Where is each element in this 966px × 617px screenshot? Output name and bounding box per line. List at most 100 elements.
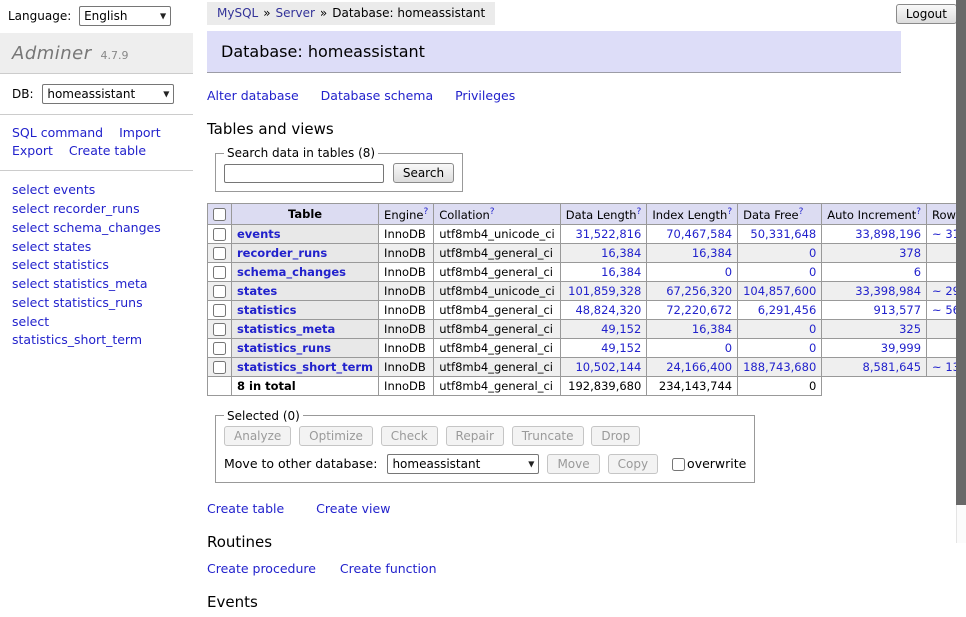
cell-link[interactable]: 16,384 [692, 322, 732, 336]
cell-link[interactable]: 16,384 [601, 265, 641, 279]
search-input[interactable] [224, 164, 384, 183]
vertical-scrollbar[interactable] [956, 0, 966, 543]
cell-link[interactable]: 70,467,584 [666, 227, 732, 241]
language-select[interactable]: English [79, 6, 171, 26]
help-link[interactable]: ? [637, 207, 642, 217]
sidebar-item-select-statistics-runs[interactable]: select statistics_runs [12, 294, 181, 313]
help-link[interactable]: ? [727, 207, 732, 217]
sidebar-item-select-statistics[interactable]: select statistics [12, 256, 181, 275]
row-checkbox[interactable] [213, 228, 226, 241]
sidebar-link-create-table[interactable]: Create table [69, 143, 146, 158]
cell-link[interactable]: 72,220,672 [666, 303, 732, 317]
table-row: states InnoDB utf8mb4_unicode_ci 101,859… [208, 281, 966, 300]
row-checkbox[interactable] [213, 304, 226, 317]
cell-link[interactable]: 16,384 [601, 246, 641, 260]
cell-link[interactable]: 6,291,456 [758, 303, 817, 317]
cell-link[interactable]: 8,581,645 [863, 360, 922, 374]
alter-database-link[interactable]: Alter database [207, 88, 299, 103]
overwrite-checkbox[interactable] [672, 458, 685, 471]
cell-link[interactable]: 50,331,648 [750, 227, 816, 241]
row-checkbox[interactable] [213, 266, 226, 279]
database-schema-link[interactable]: Database schema [321, 88, 433, 103]
table-row: statistics InnoDB utf8mb4_general_ci 48,… [208, 300, 966, 319]
index-length-total: 234,143,744 [647, 376, 738, 395]
help-link[interactable]: ? [423, 207, 428, 217]
collation-cell: utf8mb4_general_ci [434, 262, 561, 281]
row-checkbox[interactable] [213, 323, 226, 336]
cell-link[interactable]: 0 [809, 341, 816, 355]
sidebar-item-select-statistics-short-term[interactable]: select statistics_short_term [12, 313, 181, 351]
move-db-select[interactable]: homeassistant [387, 454, 539, 474]
cell-link[interactable]: 67,256,320 [666, 284, 732, 298]
cell-link[interactable]: 10,502,144 [575, 360, 641, 374]
sidebar-item-select-recorder-runs[interactable]: select recorder_runs [12, 200, 181, 219]
cell-link[interactable]: 104,857,600 [743, 284, 816, 298]
cell-link[interactable]: 0 [809, 265, 816, 279]
sidebar-item-select-states[interactable]: select states [12, 238, 181, 257]
sidebar-item-select-statistics-meta[interactable]: select statistics_meta [12, 275, 181, 294]
sidebar-table-links: select events select recorder_runs selec… [0, 171, 193, 360]
table-link[interactable]: statistics_short_term [237, 360, 373, 374]
cell-link[interactable]: 49,152 [601, 341, 641, 355]
cell-link[interactable]: 0 [725, 265, 732, 279]
cell-link[interactable]: 33,398,984 [855, 284, 921, 298]
table-link[interactable]: recorder_runs [237, 246, 327, 260]
select-all-checkbox[interactable] [213, 208, 226, 221]
cell-link[interactable]: 24,166,400 [666, 360, 732, 374]
routine-links: Create procedure Create function [207, 561, 901, 576]
sidebar-item-select-events[interactable]: select events [12, 181, 181, 200]
sidebar-link-export[interactable]: Export [12, 143, 53, 158]
engine-cell: InnoDB [379, 357, 434, 376]
table-row: statistics_meta InnoDB utf8mb4_general_c… [208, 319, 966, 338]
cell-link[interactable]: 6 [914, 265, 921, 279]
table-link[interactable]: events [237, 227, 281, 241]
cell-link[interactable]: 325 [899, 322, 921, 336]
row-checkbox[interactable] [213, 247, 226, 260]
db-select[interactable]: homeassistant [42, 84, 174, 104]
engine-total: InnoDB [379, 376, 434, 395]
create-function-link[interactable]: Create function [340, 561, 437, 576]
help-link[interactable]: ? [916, 207, 921, 217]
create-table-link[interactable]: Create table [207, 501, 284, 516]
sidebar-link-sql-command[interactable]: SQL command [12, 125, 103, 140]
cell-link[interactable]: 16,384 [692, 246, 732, 260]
cell-link[interactable]: 0 [725, 341, 732, 355]
breadcrumb-link-mysql[interactable]: MySQL [217, 6, 258, 20]
cell-link[interactable]: 49,152 [601, 322, 641, 336]
privileges-link[interactable]: Privileges [455, 88, 515, 103]
cell-link[interactable]: 101,859,328 [568, 284, 641, 298]
table-link[interactable]: schema_changes [237, 265, 346, 279]
create-procedure-link[interactable]: Create procedure [207, 561, 316, 576]
drop-button: Drop [591, 426, 640, 446]
row-checkbox[interactable] [213, 342, 226, 355]
create-view-link[interactable]: Create view [316, 501, 390, 516]
table-link[interactable]: statistics_meta [237, 322, 335, 336]
table-header-row: Table Engine? Collation? Data Length? In… [208, 204, 966, 225]
sidebar-link-import[interactable]: Import [119, 125, 161, 140]
help-link[interactable]: ? [799, 207, 804, 217]
row-checkbox[interactable] [213, 361, 226, 374]
cell-link[interactable]: 48,824,320 [575, 303, 641, 317]
cell-link[interactable]: 39,999 [881, 341, 921, 355]
tables-and-views-heading: Tables and views [207, 120, 901, 138]
cell-link[interactable]: 378 [899, 246, 921, 260]
sidebar-item-select-schema-changes[interactable]: select schema_changes [12, 219, 181, 238]
scrollbar-thumb[interactable] [956, 0, 966, 505]
search-button[interactable]: Search [393, 163, 454, 183]
cell-link[interactable]: 913,577 [873, 303, 921, 317]
breadcrumb-link-server[interactable]: Server [276, 6, 315, 20]
cell-link[interactable]: 188,743,680 [743, 360, 816, 374]
cell-link[interactable]: 0 [809, 322, 816, 336]
cell-link[interactable]: 33,898,196 [855, 227, 921, 241]
logout-button[interactable]: Logout [896, 4, 957, 24]
selected-legend: Selected (0) [224, 409, 303, 423]
table-link[interactable]: states [237, 284, 277, 298]
table-row: schema_changes InnoDB utf8mb4_general_ci… [208, 262, 966, 281]
cell-link[interactable]: 31,522,816 [575, 227, 641, 241]
row-checkbox[interactable] [213, 285, 226, 298]
help-link[interactable]: ? [490, 207, 495, 217]
table-link[interactable]: statistics_runs [237, 341, 331, 355]
engine-cell: InnoDB [379, 281, 434, 300]
cell-link[interactable]: 0 [809, 246, 816, 260]
table-link[interactable]: statistics [237, 303, 297, 317]
